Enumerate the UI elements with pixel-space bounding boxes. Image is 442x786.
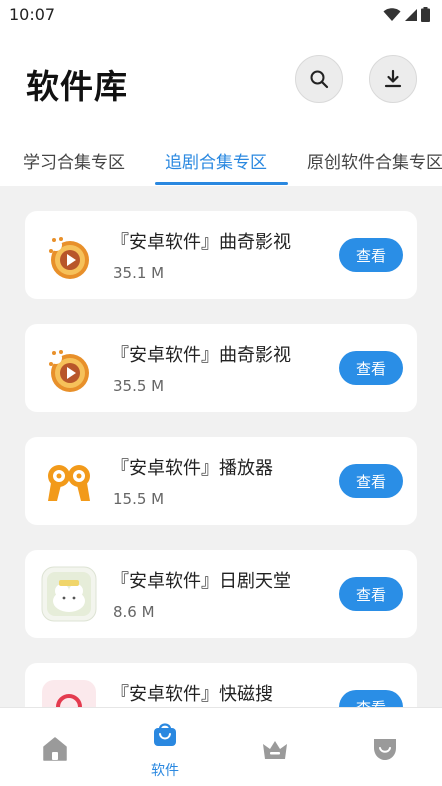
app-name: 『安卓软件』播放器	[111, 458, 273, 479]
nav-item-home[interactable]	[0, 708, 110, 786]
list-item[interactable]: 『安卓软件』播放器 15.5 M 查看	[25, 437, 417, 525]
signal-icon	[405, 8, 417, 21]
nav-item-vip[interactable]	[220, 708, 330, 786]
view-button[interactable]: 查看	[339, 238, 403, 272]
app-size: 8.6 M	[113, 603, 155, 621]
app-size: 15.5 M	[113, 490, 165, 508]
battery-icon	[421, 7, 430, 22]
shopping-bag-icon	[154, 723, 176, 746]
japanese-drama-app-icon	[41, 566, 97, 622]
app-name: 『安卓软件』快磁搜	[111, 684, 273, 705]
list-item[interactable]: 『安卓软件』曲奇影视 35.1 M 查看	[25, 211, 417, 299]
nav-item-profile[interactable]	[330, 708, 440, 786]
cookie-video-app-icon	[49, 237, 89, 279]
view-button[interactable]: 查看	[339, 464, 403, 498]
status-time: 10:07	[9, 5, 56, 24]
cookie-video-app-icon	[49, 350, 89, 392]
tab-study-collection[interactable]: 学习合集专区	[23, 148, 125, 173]
search-icon	[310, 70, 329, 89]
film-reel-player-app-icon	[48, 465, 90, 501]
bottom-navigation: 软件	[0, 707, 442, 786]
status-bar: 10:07	[0, 0, 442, 30]
tab-original-collection[interactable]: 原创软件合集专区	[307, 148, 442, 173]
view-button[interactable]: 查看	[339, 690, 403, 707]
app-size: 35.1 M	[113, 264, 165, 282]
view-button[interactable]: 查看	[339, 577, 403, 611]
home-icon	[43, 737, 67, 761]
search-button[interactable]	[295, 55, 343, 103]
app-size: 35.5 M	[113, 377, 165, 395]
app-list[interactable]: 『安卓软件』曲奇影视 35.1 M 查看 『安卓软件』曲奇影视 35.5 M 查…	[0, 186, 442, 707]
list-item[interactable]: 『安卓软件』曲奇影视 35.5 M 查看	[25, 324, 417, 412]
app-name: 『安卓软件』曲奇影视	[111, 345, 291, 366]
app-name: 『安卓软件』日剧天堂	[111, 571, 291, 592]
page-title: 软件库	[26, 67, 128, 106]
shield-icon	[374, 739, 396, 760]
view-button[interactable]: 查看	[339, 351, 403, 385]
list-item[interactable]: 『安卓软件』快磁搜 查看	[25, 663, 417, 707]
app-name: 『安卓软件』曲奇影视	[111, 232, 291, 253]
download-icon	[384, 69, 402, 88]
download-button[interactable]	[369, 55, 417, 103]
status-icons	[383, 7, 430, 22]
crown-icon	[263, 741, 287, 759]
active-tab-indicator	[155, 182, 288, 185]
list-item[interactable]: 『安卓软件』日剧天堂 8.6 M 查看	[25, 550, 417, 638]
tab-drama-collection[interactable]: 追剧合集专区	[165, 148, 267, 173]
nav-item-software[interactable]: 软件	[110, 708, 220, 786]
nav-label: 软件	[151, 763, 179, 779]
magnet-search-app-icon	[42, 680, 96, 707]
wifi-icon	[383, 7, 401, 21]
page-header: 软件库	[0, 30, 442, 130]
category-tabs: 学习合集专区 追剧合集专区 原创软件合集专区	[0, 130, 442, 185]
